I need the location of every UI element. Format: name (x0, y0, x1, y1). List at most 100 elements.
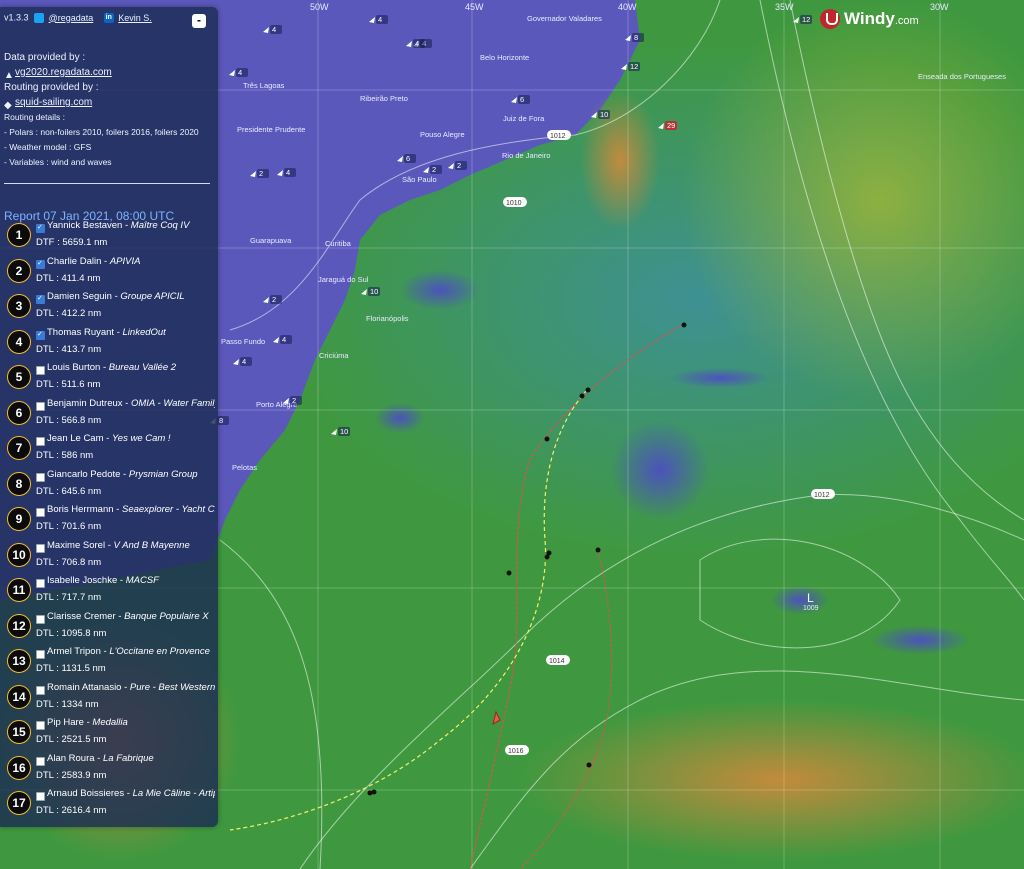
skipper-row[interactable]: 6 Benjamin Dutreux - OMIA - Water Family D… (4, 397, 215, 432)
skipper-row[interactable]: 14 Romain Attanasio - Pure - Best Western… (4, 681, 215, 716)
squid-icon: ◆ (4, 99, 12, 111)
skipper-row[interactable]: 10 Maxime Sorel - V And B Mayenne DTL : 70… (4, 539, 214, 574)
skipper-row[interactable]: 17 Arnaud Boissieres - La Mie Câline - Ar… (4, 787, 215, 822)
wind-barb-label: 2 (272, 295, 276, 304)
windy-logo[interactable]: Windy.com (820, 8, 919, 30)
collapse-button[interactable]: - (192, 14, 206, 28)
route-checkbox[interactable] (36, 472, 45, 482)
wind-barb-label: 6 (406, 154, 410, 163)
rank-badge: 3 (7, 294, 31, 318)
skipper-name: Giancarlo Pedote - Prysmian Group (47, 468, 198, 480)
wind-field (870, 625, 970, 655)
route-checkbox[interactable] (36, 508, 45, 517)
wind-field (580, 90, 660, 230)
leaderboard-panel: v1.3.3 @regadata in Kevin S. - Data prov… (0, 7, 218, 827)
rank-badge: 12 (7, 613, 31, 638)
wind-field (520, 700, 1024, 860)
skipper-distance: DTL : 1095.8 nm (36, 627, 107, 639)
city-label: Governador Valadares (527, 14, 602, 23)
route-checkbox[interactable] (36, 579, 45, 588)
skipper-distance: DTL : 1334 nm (36, 698, 99, 710)
route-checkbox[interactable] (36, 650, 45, 659)
twitter-link[interactable]: @regadata (49, 13, 94, 23)
skipper-row[interactable]: 12 Clarisse Cremer - Banque Populaire X DT… (4, 610, 214, 645)
wind-barb-label: 4 (282, 335, 286, 344)
details-line: - Variables : wind and waves (4, 157, 112, 167)
details-line: - Weather model : GFS (4, 142, 92, 152)
rank-badge: 7 (7, 436, 31, 460)
rank-badge: 8 (7, 471, 31, 496)
skipper-row[interactable]: 15 Pip Hare - Medallia DTL : 2521.5 nm (4, 716, 214, 751)
skipper-name: Maxime Sorel - V And B Mayenne (47, 539, 190, 551)
skipper-row[interactable]: 13 Armel Tripon - L'Occitane en Provence D… (4, 645, 214, 680)
wind-barb-label: 10 (340, 427, 348, 436)
skipper-distance: DTL : 645.6 nm (36, 485, 102, 497)
skipper-row[interactable]: 4 Thomas Ruyant - LinkedOut DTL : 413.7 nm (4, 326, 214, 361)
wind-barb-label: 10 (600, 110, 608, 119)
city-label: Jaraguá do Sul (318, 275, 369, 284)
skipper-name: Arnaud Boissieres - La Mie Câline - Arti… (47, 788, 215, 799)
skipper-row[interactable]: 5 Louis Burton - Bureau Vallée 2 DTL : 511… (4, 361, 214, 396)
route-checkbox[interactable] (36, 437, 45, 446)
skipper-distance: DTL : 2616.4 nm (36, 805, 107, 816)
details-line: - Polars : non-foilers 2010, foilers 201… (4, 127, 199, 137)
regadata-icon: ▲ (4, 69, 14, 81)
skipper-row[interactable]: 8 Giancarlo Pedote - Prysmian Group DTL : … (4, 468, 214, 503)
rank-badge: 9 (7, 507, 31, 531)
twitter-icon[interactable] (34, 12, 45, 23)
route-checkbox[interactable] (36, 792, 45, 801)
skipper-row[interactable]: 11 Isabelle Joschke - MACSF DTL : 717.7 nm (4, 574, 214, 609)
city-label: Presidente Prudente (237, 125, 305, 134)
routing-title: Routing provided by : (4, 82, 99, 93)
wind-barb-label: 4 (238, 68, 242, 77)
skipper-name: Thomas Ruyant - LinkedOut (47, 326, 166, 338)
skipper-name: Armel Tripon - L'Occitane en Provence (47, 646, 210, 657)
linkedin-icon[interactable]: in (103, 12, 114, 23)
rank-badge: 17 (7, 791, 31, 815)
route-checkbox[interactable] (36, 614, 45, 624)
isobar-label: 1010 (506, 200, 522, 207)
skipper-name: Yannick Bestaven - Maître Coq IV (47, 220, 190, 231)
route-checkbox[interactable] (36, 259, 45, 269)
route-checkbox[interactable] (36, 330, 45, 340)
skipper-distance: DTL : 2583.9 nm (36, 769, 107, 781)
linkedin-link[interactable]: Kevin S. (118, 13, 152, 23)
city-label: Rio de Janeiro (502, 151, 550, 160)
route-checkbox[interactable] (36, 685, 45, 695)
wind-barb-label: 2 (457, 161, 461, 170)
route-checkbox[interactable] (36, 294, 45, 304)
divider (4, 183, 210, 184)
skipper-row[interactable]: 7 Jean Le Cam - Yes we Cam ! DTL : 586 nm (4, 432, 214, 467)
skipper-row[interactable]: 9 Boris Herrmann - Seaexplorer - Yacht Cl… (4, 503, 215, 538)
skipper-name: Jean Le Cam - Yes we Cam ! (47, 433, 171, 444)
route-checkbox[interactable] (36, 543, 45, 553)
low-pressure-marker: L (807, 591, 814, 605)
city-label: Guarapuava (250, 236, 292, 245)
skipper-name: Clarisse Cremer - Banque Populaire X (47, 610, 209, 622)
city-label: Juiz de Fora (503, 114, 545, 123)
wind-field (375, 403, 425, 433)
skipper-distance: DTL : 2521.5 nm (36, 734, 107, 745)
rank-badge: 6 (7, 400, 31, 425)
skipper-row[interactable]: 1 Yannick Bestaven - Maître Coq IV DTF : 5… (4, 219, 214, 254)
route-checkbox[interactable] (36, 366, 45, 375)
skipper-name: Boris Herrmann - Seaexplorer - Yacht Clu… (47, 504, 215, 515)
skipper-name: Romain Attanasio - Pure - Best Western (47, 681, 215, 693)
data-link[interactable]: vg2020.regadata.com (15, 67, 112, 78)
route-checkbox[interactable] (36, 223, 45, 233)
skipper-name: Charlie Dalin - APIVIA (47, 255, 141, 267)
route-checkbox[interactable] (36, 401, 45, 411)
city-label: Ribeirão Preto (360, 94, 408, 103)
skipper-row[interactable]: 2 Charlie Dalin - APIVIA DTL : 411.4 nm (4, 255, 214, 290)
wind-barb-label: 29 (667, 121, 675, 130)
routing-link[interactable]: squid-sailing.com (15, 97, 92, 108)
city-label: Criciúma (319, 351, 349, 360)
skipper-name: Pip Hare - Medallia (47, 717, 128, 728)
route-checkbox[interactable] (36, 721, 45, 730)
route-checkbox[interactable] (36, 756, 45, 766)
version-label: v1.3.3 (4, 12, 29, 23)
wind-field (610, 420, 710, 520)
skipper-distance: DTL : 566.8 nm (36, 414, 102, 426)
skipper-row[interactable]: 3 Damien Seguin - Groupe APICIL DTL : 412.… (4, 290, 214, 325)
skipper-row[interactable]: 16 Alan Roura - La Fabrique DTL : 2583.9 n… (4, 752, 214, 787)
